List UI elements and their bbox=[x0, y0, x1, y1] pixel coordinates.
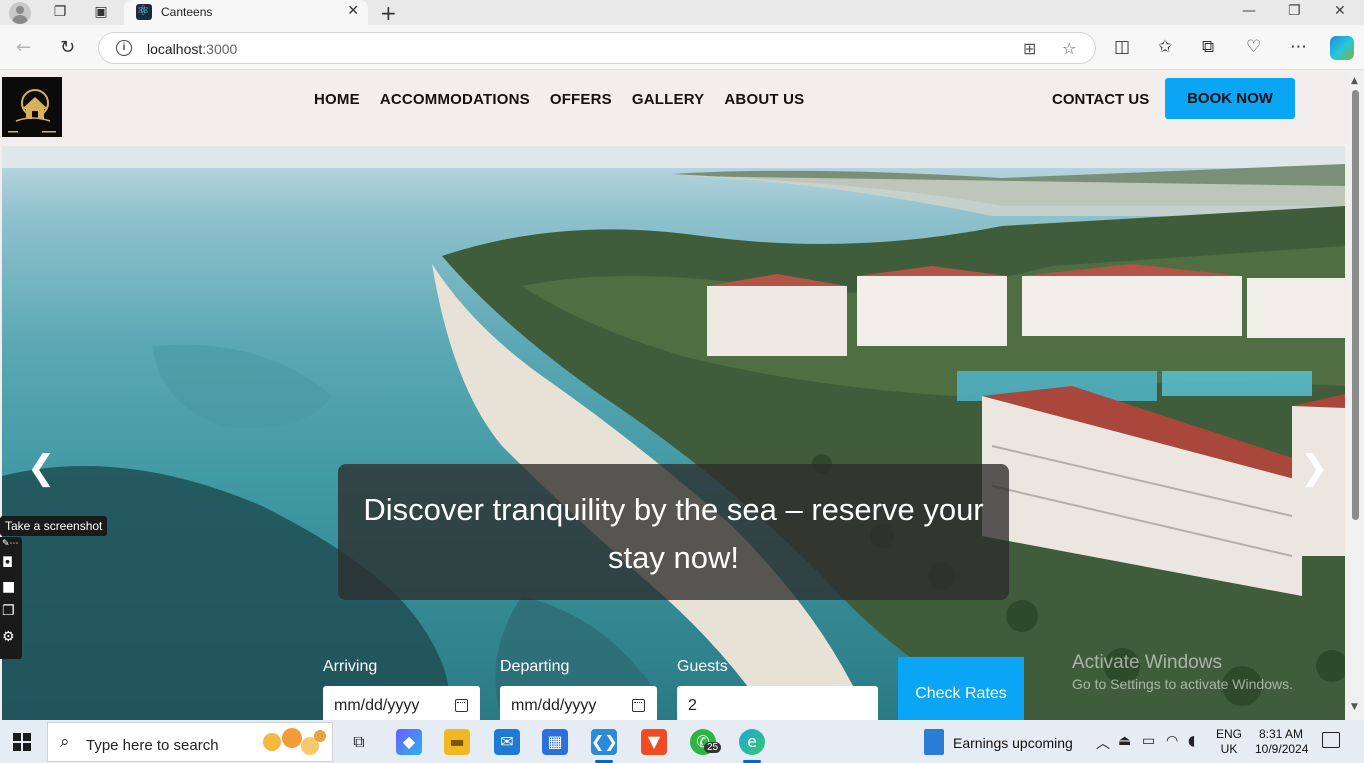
taskbar-clock[interactable]: 8:31 AM 10/9/2024 bbox=[1255, 727, 1309, 757]
news-icon bbox=[924, 729, 944, 755]
main-nav: HOME ACCOMMODATIONS OFFERS GALLERY ABOUT… bbox=[314, 91, 804, 108]
usb-icon[interactable]: ⏏ bbox=[1118, 733, 1131, 749]
tab-title: Canteens bbox=[161, 5, 213, 19]
carousel-prev-arrow[interactable]: ❮ bbox=[27, 448, 56, 488]
close-tab-icon[interactable]: ✕ bbox=[347, 3, 359, 19]
browser-tab-strip: ❐ ▣ Canteens ✕ + — ❐ ✕ bbox=[0, 0, 1364, 25]
guests-value: 2 bbox=[688, 697, 697, 714]
vertical-tabs-icon[interactable]: ▣ bbox=[92, 4, 110, 20]
favorite-star-icon[interactable]: ☆ bbox=[1062, 39, 1076, 58]
nav-gallery[interactable]: GALLERY bbox=[632, 91, 705, 108]
browser-tab-canteens[interactable]: Canteens ✕ bbox=[124, 0, 368, 25]
clock-time: 8:31 AM bbox=[1258, 727, 1304, 741]
site-info-icon[interactable]: i bbox=[116, 40, 132, 56]
keyboard-layout: UK bbox=[1220, 742, 1238, 756]
arriving-label: Arriving bbox=[323, 658, 378, 675]
site-logo[interactable] bbox=[2, 77, 62, 137]
wifi-icon[interactable]: ◠ bbox=[1166, 733, 1178, 749]
notification-icon[interactable] bbox=[1322, 732, 1340, 748]
hero-caption: Discover tranquility by the sea – reserv… bbox=[338, 464, 1009, 600]
search-highlight-icon bbox=[263, 728, 326, 755]
browser-essentials-icon[interactable]: ♡ bbox=[1246, 37, 1261, 57]
nav-accommodations[interactable]: ACCOMMODATIONS bbox=[380, 91, 530, 108]
book-now-button[interactable]: BOOK NOW bbox=[1165, 78, 1295, 119]
copilot-icon[interactable] bbox=[1330, 36, 1354, 60]
departing-placeholder: mm/dd/yyyy bbox=[511, 697, 597, 714]
screenshot-tooltip: Take a screenshot bbox=[0, 516, 108, 536]
react-favicon-icon bbox=[136, 3, 152, 20]
site-header: HOME ACCOMMODATIONS OFFERS GALLERY ABOUT… bbox=[0, 70, 1347, 148]
search-icon: ⌕ bbox=[60, 732, 70, 752]
guests-input[interactable]: 2 bbox=[677, 686, 878, 720]
page-scrollbar[interactable]: ▲ ▼ bbox=[1347, 70, 1364, 720]
split-screen-icon[interactable]: ◫ bbox=[1114, 37, 1130, 57]
departing-date-input[interactable]: mm/dd/yyyy bbox=[500, 686, 657, 720]
task-view-icon[interactable]: ⧉ bbox=[346, 729, 372, 755]
address-bar[interactable]: i localhost:3000 ⊞ ☆ bbox=[98, 32, 1096, 64]
clock-date: 10/9/2024 bbox=[1255, 742, 1309, 756]
news-text: Earnings upcoming bbox=[953, 735, 1073, 751]
arriving-date-input[interactable]: mm/dd/yyyy bbox=[323, 686, 480, 720]
mail-icon[interactable]: ✉ bbox=[494, 729, 520, 755]
calendar-icon[interactable] bbox=[632, 699, 645, 712]
settings-gear-icon[interactable]: ⚙ bbox=[2, 629, 15, 645]
screenshot-toolbar: ✎⋯ ◘ ■ ❐ ⚙ bbox=[0, 537, 22, 659]
toolbar-handle-icon[interactable]: ✎⋯ bbox=[2, 539, 19, 549]
video-icon[interactable]: ■ bbox=[2, 579, 15, 595]
calendar-icon[interactable] bbox=[455, 699, 468, 712]
close-window-icon[interactable]: ✕ bbox=[1334, 3, 1346, 19]
favorites-icon[interactable]: ✩ bbox=[1158, 37, 1172, 57]
watermark-title: Activate Windows bbox=[1072, 652, 1222, 673]
brave-icon[interactable]: ▼ bbox=[641, 729, 667, 755]
activate-windows-watermark: Activate Windows Go to Settings to activ… bbox=[1072, 652, 1293, 692]
whatsapp-badge: 25 bbox=[704, 742, 722, 753]
edge-icon[interactable]: e bbox=[739, 729, 765, 755]
scroll-down-icon[interactable]: ▼ bbox=[1351, 702, 1358, 712]
app-available-icon[interactable]: ⊞ bbox=[1023, 39, 1036, 58]
hero-beach-image bbox=[2, 146, 1345, 720]
taskbar-search-box[interactable]: ⌕ Type here to search bbox=[47, 722, 333, 762]
more-menu-icon[interactable]: ⋯ bbox=[1290, 37, 1307, 57]
back-arrow-icon[interactable]: ← bbox=[16, 37, 31, 58]
scroll-up-icon[interactable]: ▲ bbox=[1351, 76, 1358, 86]
collections-icon[interactable]: ⧉ bbox=[1202, 37, 1214, 57]
copilot-taskbar-icon[interactable]: ◆ bbox=[396, 729, 422, 755]
browser-toolbar: ← ↻ i localhost:3000 ⊞ ☆ ◫ ✩ ⧉ ♡ ⋯ bbox=[0, 25, 1364, 70]
guests-label: Guests bbox=[677, 658, 728, 675]
nav-contact-us[interactable]: CONTACT US bbox=[1052, 91, 1149, 108]
watermark-subtitle: Go to Settings to activate Windows. bbox=[1072, 676, 1293, 692]
new-tab-button[interactable]: + bbox=[380, 1, 397, 25]
nav-home[interactable]: HOME bbox=[314, 91, 360, 108]
hero-carousel: ❮ ❯ Discover tranquility by the sea – re… bbox=[2, 146, 1345, 720]
restore-icon[interactable]: ❐ bbox=[1288, 3, 1301, 19]
windows-start-icon[interactable] bbox=[13, 733, 31, 751]
nav-offers[interactable]: OFFERS bbox=[550, 91, 612, 108]
camera-icon[interactable]: ◘ bbox=[2, 555, 13, 571]
carousel-next-arrow[interactable]: ❯ bbox=[1300, 448, 1329, 488]
language-indicator[interactable]: ENG UK bbox=[1216, 727, 1242, 757]
battery-icon[interactable]: ▭ bbox=[1142, 733, 1155, 749]
workspaces-icon[interactable]: ❐ bbox=[51, 4, 69, 20]
page-viewport: HOME ACCOMMODATIONS OFFERS GALLERY ABOUT… bbox=[0, 70, 1364, 720]
volume-icon[interactable]: ◖ bbox=[1188, 733, 1195, 749]
minimize-icon[interactable]: — bbox=[1242, 3, 1256, 19]
check-rates-button[interactable]: Check Rates bbox=[898, 657, 1024, 720]
arriving-placeholder: mm/dd/yyyy bbox=[334, 697, 420, 714]
file-explorer-icon[interactable]: ▬ bbox=[444, 729, 470, 755]
tray-overflow-icon[interactable]: ︿ bbox=[1096, 733, 1110, 753]
departing-label: Departing bbox=[500, 658, 570, 675]
search-placeholder: Type here to search bbox=[86, 737, 219, 754]
window-capture-icon[interactable]: ❐ bbox=[2, 603, 15, 619]
profile-icon[interactable] bbox=[9, 2, 31, 24]
reload-icon[interactable]: ↻ bbox=[60, 37, 75, 58]
language-code: ENG bbox=[1216, 727, 1243, 741]
store-icon[interactable]: ▦ bbox=[542, 729, 568, 755]
vscode-icon[interactable]: ❮❯ bbox=[591, 729, 618, 755]
scrollbar-thumb[interactable] bbox=[1352, 90, 1359, 520]
nav-about-us[interactable]: ABOUT US bbox=[724, 91, 804, 108]
windows-taskbar: ⌕ Type here to search ⧉ ◆ ▬ ✉ ▦ ❮❯ ▼ ✆ 2… bbox=[0, 720, 1364, 763]
url-text[interactable]: localhost:3000 bbox=[147, 41, 237, 57]
